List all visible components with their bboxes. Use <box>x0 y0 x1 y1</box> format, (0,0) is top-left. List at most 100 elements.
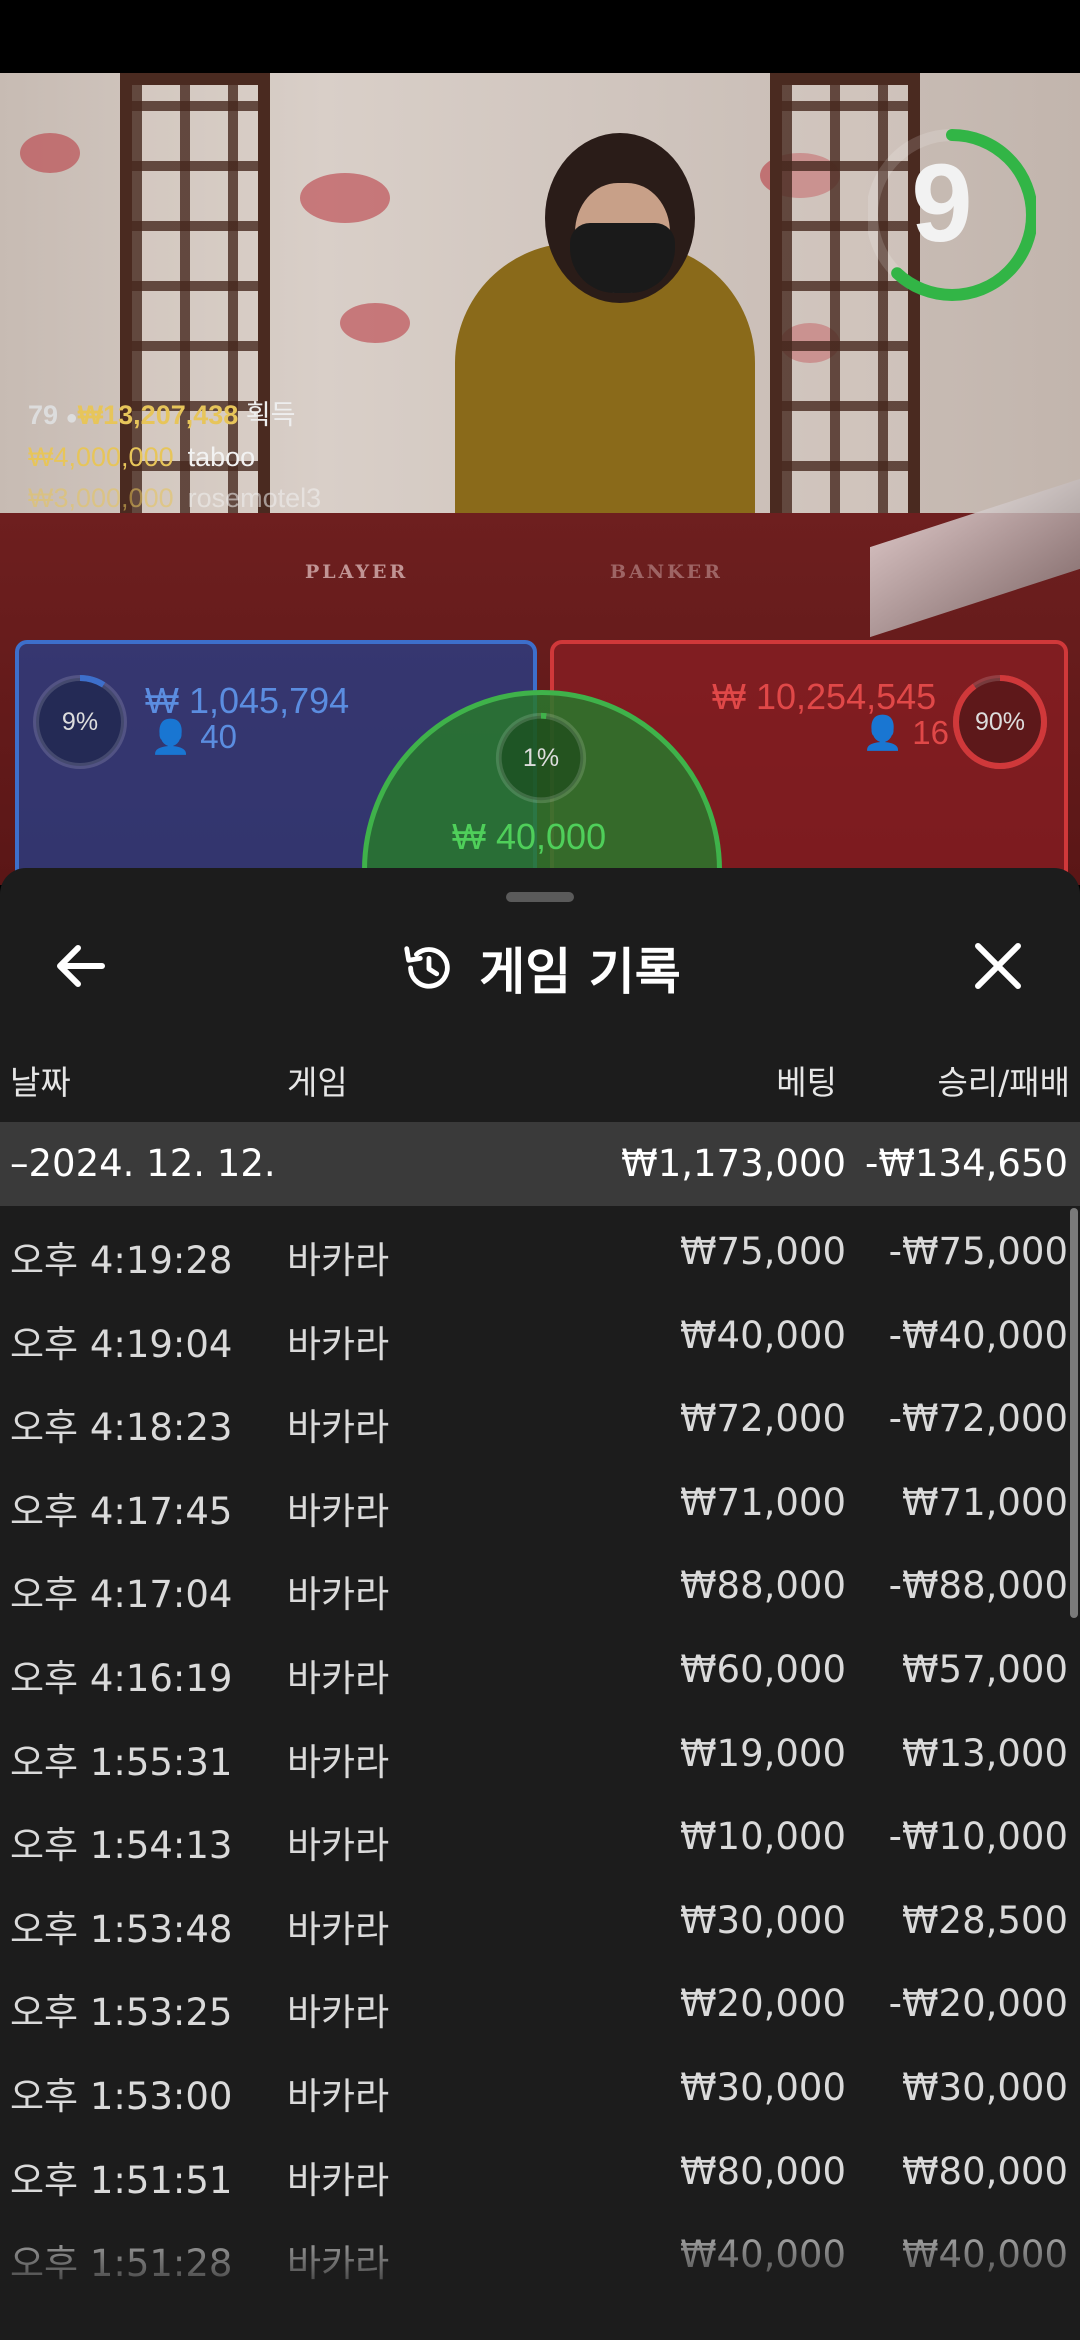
winner-row: ₩4,000,000 taboo <box>28 442 321 473</box>
winner-name: taboo <box>187 442 256 472</box>
row-result: ₩71,000 <box>901 1480 1068 1524</box>
row-time: 오후 1:54:13 <box>10 1824 233 1868</box>
row-game: 바카라 <box>287 1740 390 1784</box>
history-row[interactable]: 오후 4:17:45 바카라 ₩71,000 ₩71,000 <box>0 1457 1080 1541</box>
history-list: 오후 4:19:28 바카라 ₩75,000 -₩75,000 오후 4:19:04 바카… <box>0 1206 1080 2293</box>
close-icon[interactable] <box>960 928 1036 1004</box>
game-history-sheet: 게임 기록 날짜 게임 베팅 승리/패배 –2024. 12. 12. ₩1,1… <box>0 868 1080 2340</box>
row-game: 바카라 <box>287 2074 390 2118</box>
row-bet: ₩88,000 <box>679 1564 846 1608</box>
row-result: -₩10,000 <box>888 1815 1068 1859</box>
column-header-date: 날짜 <box>10 1063 71 1102</box>
history-row[interactable]: 오후 4:17:04 바카라 ₩88,000 -₩88,000 <box>0 1540 1080 1624</box>
tie-bet-amount: ₩ 40,000 <box>452 816 607 857</box>
day-date: –2024. 12. 12. <box>10 1142 276 1185</box>
row-game: 바카라 <box>287 2158 390 2202</box>
row-bet: ₩80,000 <box>679 2149 846 2193</box>
row-result: -₩88,000 <box>888 1564 1068 1608</box>
winner-total-label: 획득 <box>245 400 296 430</box>
player-bettor-count: 👤 40 <box>150 718 237 757</box>
row-bet: ₩60,000 <box>679 1647 846 1691</box>
column-header-result: 승리/패배 <box>937 1063 1070 1102</box>
row-result: -₩72,000 <box>888 1397 1068 1441</box>
row-game: 바카라 <box>287 1991 390 2035</box>
banker-bettor-count: 👤 16 <box>862 714 949 753</box>
blossom-decor <box>300 173 390 223</box>
status-bar <box>0 0 1080 73</box>
row-result: ₩28,500 <box>901 1898 1068 1942</box>
sheet-drag-handle[interactable] <box>506 892 574 902</box>
player-bet-amount: ₩ 1,045,794 <box>145 680 350 721</box>
winner-amount: ₩3,000,000 <box>28 483 174 513</box>
row-game: 바카라 <box>287 1239 390 1282</box>
history-row[interactable]: 오후 4:16:19 바카라 ₩60,000 ₩57,000 <box>0 1624 1080 1708</box>
blossom-decor <box>20 133 80 173</box>
person-icon: 👤 <box>862 714 904 751</box>
winner-row: ₩3,000,000 rosemotel3 <box>28 483 321 514</box>
row-game: 바카라 <box>287 1907 390 1951</box>
history-icon <box>404 946 450 989</box>
winner-name: rosemotel3 <box>187 483 322 513</box>
row-time: 오후 4:18:23 <box>10 1406 233 1450</box>
row-time: 오후 4:17:45 <box>10 1489 233 1533</box>
day-summary-row[interactable]: –2024. 12. 12. ₩1,173,000 -₩134,650 <box>0 1122 1080 1206</box>
column-header-bet: 베팅 <box>776 1063 837 1102</box>
row-time: 오후 4:19:04 <box>10 1322 233 1366</box>
history-row[interactable]: 오후 1:53:25 바카라 ₩20,000 -₩20,000 <box>0 1958 1080 2042</box>
day-total-bet: ₩1,173,000 <box>621 1142 846 1185</box>
row-game: 바카라 <box>287 1656 390 1700</box>
winners-summary: 79 ●₩13,207,438 획득 <box>28 393 321 432</box>
row-game: 바카라 <box>287 1824 390 1868</box>
day-total-result: -₩134,650 <box>865 1142 1068 1185</box>
history-row[interactable]: 오후 1:53:00 바카라 ₩30,000 ₩30,000 <box>0 2042 1080 2126</box>
row-bet: ₩71,000 <box>679 1480 846 1524</box>
winner-total: ₩13,207,438 <box>77 400 239 430</box>
row-bet: ₩75,000 <box>679 1230 846 1273</box>
sheet-title: 게임 기록 <box>479 943 681 1001</box>
row-bet: ₩40,000 <box>679 1313 846 1357</box>
blossom-decor <box>340 303 410 343</box>
player-bettor-value: 40 <box>200 718 237 755</box>
history-row[interactable]: 오후 1:55:31 바카라 ₩19,000 ₩13,000 <box>0 1708 1080 1792</box>
row-bet: ₩20,000 <box>679 1982 846 2026</box>
column-header-game: 게임 <box>287 1063 348 1102</box>
banker-bet-amount: ₩ 10,254,545 <box>712 676 937 717</box>
row-bet: ₩30,000 <box>679 2065 846 2109</box>
player-share-pct: 9% <box>61 708 99 736</box>
user-icon: ● <box>65 407 78 429</box>
winner-amount: ₩4,000,000 <box>28 442 174 472</box>
list-fade-overlay <box>0 2208 1080 2340</box>
row-bet: ₩10,000 <box>679 1815 846 1859</box>
row-time: 오후 4:19:28 <box>10 1239 233 1282</box>
row-time: 오후 1:53:48 <box>10 1907 233 1951</box>
row-result: -₩20,000 <box>888 1982 1068 2026</box>
history-row[interactable]: 오후 4:19:28 바카라 ₩75,000 -₩75,000 <box>0 1206 1080 1290</box>
felt-label-player: PLAYER <box>305 561 409 583</box>
winner-count: 79 <box>28 400 59 430</box>
row-time: 오후 4:17:04 <box>10 1573 233 1617</box>
row-game: 바카라 <box>287 1489 390 1533</box>
countdown-value: 9 <box>911 142 973 265</box>
row-result: ₩13,000 <box>901 1731 1068 1775</box>
row-game: 바카라 <box>287 1573 390 1617</box>
tie-share-pct: 1% <box>522 744 560 772</box>
winners-overlay: 79 ●₩13,207,438 획득 ₩4,000,000 taboo ₩3,00… <box>28 393 321 514</box>
row-result: ₩57,000 <box>901 1647 1068 1691</box>
row-time: 오후 1:53:25 <box>10 1991 233 2035</box>
row-game: 바카라 <box>287 1406 390 1450</box>
scrollbar[interactable] <box>1070 1208 1078 1618</box>
history-row[interactable]: 오후 1:51:51 바카라 ₩80,000 ₩80,000 <box>0 2126 1080 2210</box>
banker-bettor-value: 16 <box>912 714 949 751</box>
history-row[interactable]: 오후 1:53:48 바카라 ₩30,000 ₩28,500 <box>0 1875 1080 1959</box>
row-time: 오후 1:51:51 <box>10 2158 233 2202</box>
row-bet: ₩19,000 <box>679 1731 846 1775</box>
history-row[interactable]: 오후 1:54:13 바카라 ₩10,000 -₩10,000 <box>0 1791 1080 1875</box>
felt-label-banker: BANKER <box>610 561 723 583</box>
history-row[interactable]: 오후 4:19:04 바카라 ₩40,000 -₩40,000 <box>0 1290 1080 1374</box>
row-bet: ₩72,000 <box>679 1397 846 1441</box>
history-row[interactable]: 오후 4:18:23 바카라 ₩72,000 -₩72,000 <box>0 1373 1080 1457</box>
banker-share-pct: 90% <box>974 708 1026 736</box>
row-time: 오후 1:53:00 <box>10 2074 233 2118</box>
row-bet: ₩30,000 <box>679 1898 846 1942</box>
row-time: 오후 4:16:19 <box>10 1656 233 1700</box>
